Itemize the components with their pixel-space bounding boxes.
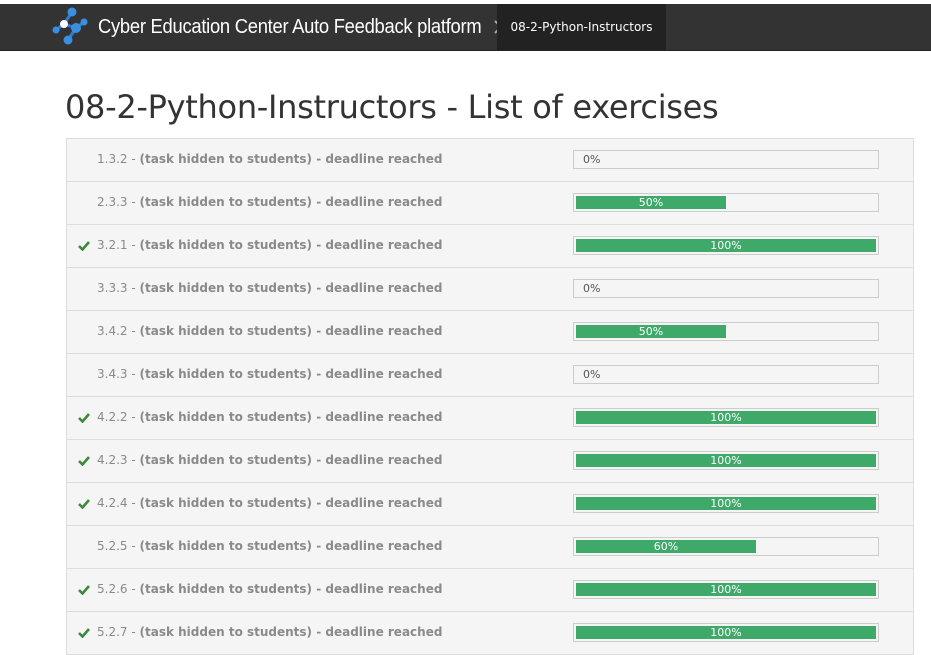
exercise-name: (task hidden to students) - deadline rea… xyxy=(139,410,443,424)
progress-bar: 100% xyxy=(573,236,879,255)
exercise-row[interactable]: 5.2.7 - (task hidden to students) - dead… xyxy=(67,612,913,655)
exercise-id-separator: - xyxy=(127,281,140,295)
exercise-label[interactable]: 4.2.2 - (task hidden to students) - dead… xyxy=(97,410,442,424)
exercise-row[interactable]: 4.2.3 - (task hidden to students) - dead… xyxy=(67,440,913,483)
check-icon xyxy=(78,585,90,595)
progress-fill: 100% xyxy=(576,454,876,467)
check-icon xyxy=(78,241,90,251)
exercise-row[interactable]: 4.2.4 - (task hidden to students) - dead… xyxy=(67,483,913,526)
progress-fill: 100% xyxy=(576,583,876,596)
exercise-id-separator: - xyxy=(127,152,140,166)
exercise-label[interactable]: 5.2.5 - (task hidden to students) - dead… xyxy=(97,539,442,553)
exercise-id-separator: - xyxy=(127,238,140,252)
exercise-name: (task hidden to students) - deadline rea… xyxy=(139,625,443,639)
exercise-name: (task hidden to students) - deadline rea… xyxy=(139,582,443,596)
check-icon xyxy=(78,456,90,466)
exercise-row[interactable]: 5.2.5 - (task hidden to students) - dead… xyxy=(67,526,913,569)
exercise-id-separator: - xyxy=(127,453,140,467)
exercise-id: 3.4.2 xyxy=(97,324,128,338)
exercise-id: 3.2.1 xyxy=(97,238,128,252)
progress-bar: 100% xyxy=(573,408,879,427)
progress-fill: 100% xyxy=(576,626,876,639)
progress-label: 0% xyxy=(583,368,601,381)
progress-bar: 100% xyxy=(573,623,879,642)
exercise-id-separator: - xyxy=(127,324,140,338)
exercise-label[interactable]: 3.2.1 - (task hidden to students) - dead… xyxy=(97,238,442,252)
exercise-id: 1.3.2 xyxy=(97,152,128,166)
progress-fill: 100% xyxy=(576,497,876,510)
exercise-label[interactable]: 2.3.3 - (task hidden to students) - dead… xyxy=(97,195,442,209)
exercise-row[interactable]: 3.4.2 - (task hidden to students) - dead… xyxy=(67,311,913,354)
exercise-id-separator: - xyxy=(127,539,140,553)
exercise-label[interactable]: 3.4.2 - (task hidden to students) - dead… xyxy=(97,324,442,338)
progress-bar: 100% xyxy=(573,494,879,513)
check-icon xyxy=(78,628,90,638)
exercise-label[interactable]: 4.2.3 - (task hidden to students) - dead… xyxy=(97,453,442,467)
exercise-row[interactable]: 4.2.2 - (task hidden to students) - dead… xyxy=(67,397,913,440)
exercise-row[interactable]: 5.2.6 - (task hidden to students) - dead… xyxy=(67,569,913,612)
exercise-name: (task hidden to students) - deadline rea… xyxy=(139,453,443,467)
exercise-name: (task hidden to students) - deadline rea… xyxy=(139,367,443,381)
progress-bar: 50% xyxy=(573,193,879,212)
exercise-row[interactable]: 3.3.3 - (task hidden to students) - dead… xyxy=(67,268,913,311)
exercise-label[interactable]: 4.2.4 - (task hidden to students) - dead… xyxy=(97,496,442,510)
progress-fill: 50% xyxy=(576,196,726,209)
exercise-id-separator: - xyxy=(127,496,140,510)
exercise-name: (task hidden to students) - deadline rea… xyxy=(139,152,443,166)
page-title: 08-2-Python-Instructors - List of exerci… xyxy=(65,88,719,126)
progress-bar: 100% xyxy=(573,580,879,599)
exercise-label[interactable]: 3.4.3 - (task hidden to students) - dead… xyxy=(97,367,442,381)
exercise-name: (task hidden to students) - deadline rea… xyxy=(139,238,443,252)
exercise-id-separator: - xyxy=(127,625,140,639)
exercise-id: 4.2.2 xyxy=(97,410,128,424)
exercise-name: (task hidden to students) - deadline rea… xyxy=(139,195,443,209)
exercise-id: 4.2.4 xyxy=(97,496,128,510)
progress-bar: 60% xyxy=(573,537,879,556)
progress-bar: 0% xyxy=(573,150,879,169)
exercise-label[interactable]: 5.2.7 - (task hidden to students) - dead… xyxy=(97,625,442,639)
exercise-id-separator: - xyxy=(127,367,140,381)
exercise-id: 4.2.3 xyxy=(97,453,128,467)
exercise-row[interactable]: 3.2.1 - (task hidden to students) - dead… xyxy=(67,225,913,268)
progress-label: 0% xyxy=(583,153,601,166)
exercise-row[interactable]: 2.3.3 - (task hidden to students) - dead… xyxy=(67,182,913,225)
exercise-id: 3.4.3 xyxy=(97,367,128,381)
exercise-row[interactable]: 1.3.2 - (task hidden to students) - dead… xyxy=(67,139,913,182)
exercise-row[interactable]: 3.4.3 - (task hidden to students) - dead… xyxy=(67,354,913,397)
breadcrumb-current-course[interactable]: 08-2-Python-Instructors xyxy=(497,4,666,50)
progress-bar: 50% xyxy=(573,322,879,341)
exercise-id: 5.2.6 xyxy=(97,582,128,596)
exercise-name: (task hidden to students) - deadline rea… xyxy=(139,324,443,338)
navbar: Cyber Education Center Auto Feedback pla… xyxy=(0,4,931,51)
progress-fill: 60% xyxy=(576,540,756,553)
exercise-label[interactable]: 5.2.6 - (task hidden to students) - dead… xyxy=(97,582,442,596)
progress-bar: 0% xyxy=(573,279,879,298)
exercise-name: (task hidden to students) - deadline rea… xyxy=(139,539,443,553)
exercise-label[interactable]: 3.3.3 - (task hidden to students) - dead… xyxy=(97,281,442,295)
check-icon xyxy=(78,499,90,509)
exercise-list: 1.3.2 - (task hidden to students) - dead… xyxy=(66,138,914,655)
brand-link[interactable]: Cyber Education Center Auto Feedback pla… xyxy=(50,4,515,50)
check-icon xyxy=(78,413,90,423)
progress-bar: 0% xyxy=(573,365,879,384)
progress-fill: 50% xyxy=(576,325,726,338)
exercise-id-separator: - xyxy=(127,582,140,596)
progress-label: 0% xyxy=(583,282,601,295)
exercise-id: 2.3.3 xyxy=(97,195,128,209)
exercise-name: (task hidden to students) - deadline rea… xyxy=(139,496,443,510)
exercise-id: 3.3.3 xyxy=(97,281,128,295)
progress-bar: 100% xyxy=(573,451,879,470)
progress-fill: 100% xyxy=(576,239,876,252)
exercise-id: 5.2.7 xyxy=(97,625,128,639)
network-nodes-logo-icon xyxy=(52,7,88,45)
progress-fill: 100% xyxy=(576,411,876,424)
brand-title: Cyber Education Center Auto Feedback pla… xyxy=(98,15,482,38)
exercise-id-separator: - xyxy=(127,195,140,209)
exercise-id: 5.2.5 xyxy=(97,539,128,553)
exercise-id-separator: - xyxy=(127,410,140,424)
exercise-name: (task hidden to students) - deadline rea… xyxy=(139,281,443,295)
exercise-label[interactable]: 1.3.2 - (task hidden to students) - dead… xyxy=(97,152,442,166)
